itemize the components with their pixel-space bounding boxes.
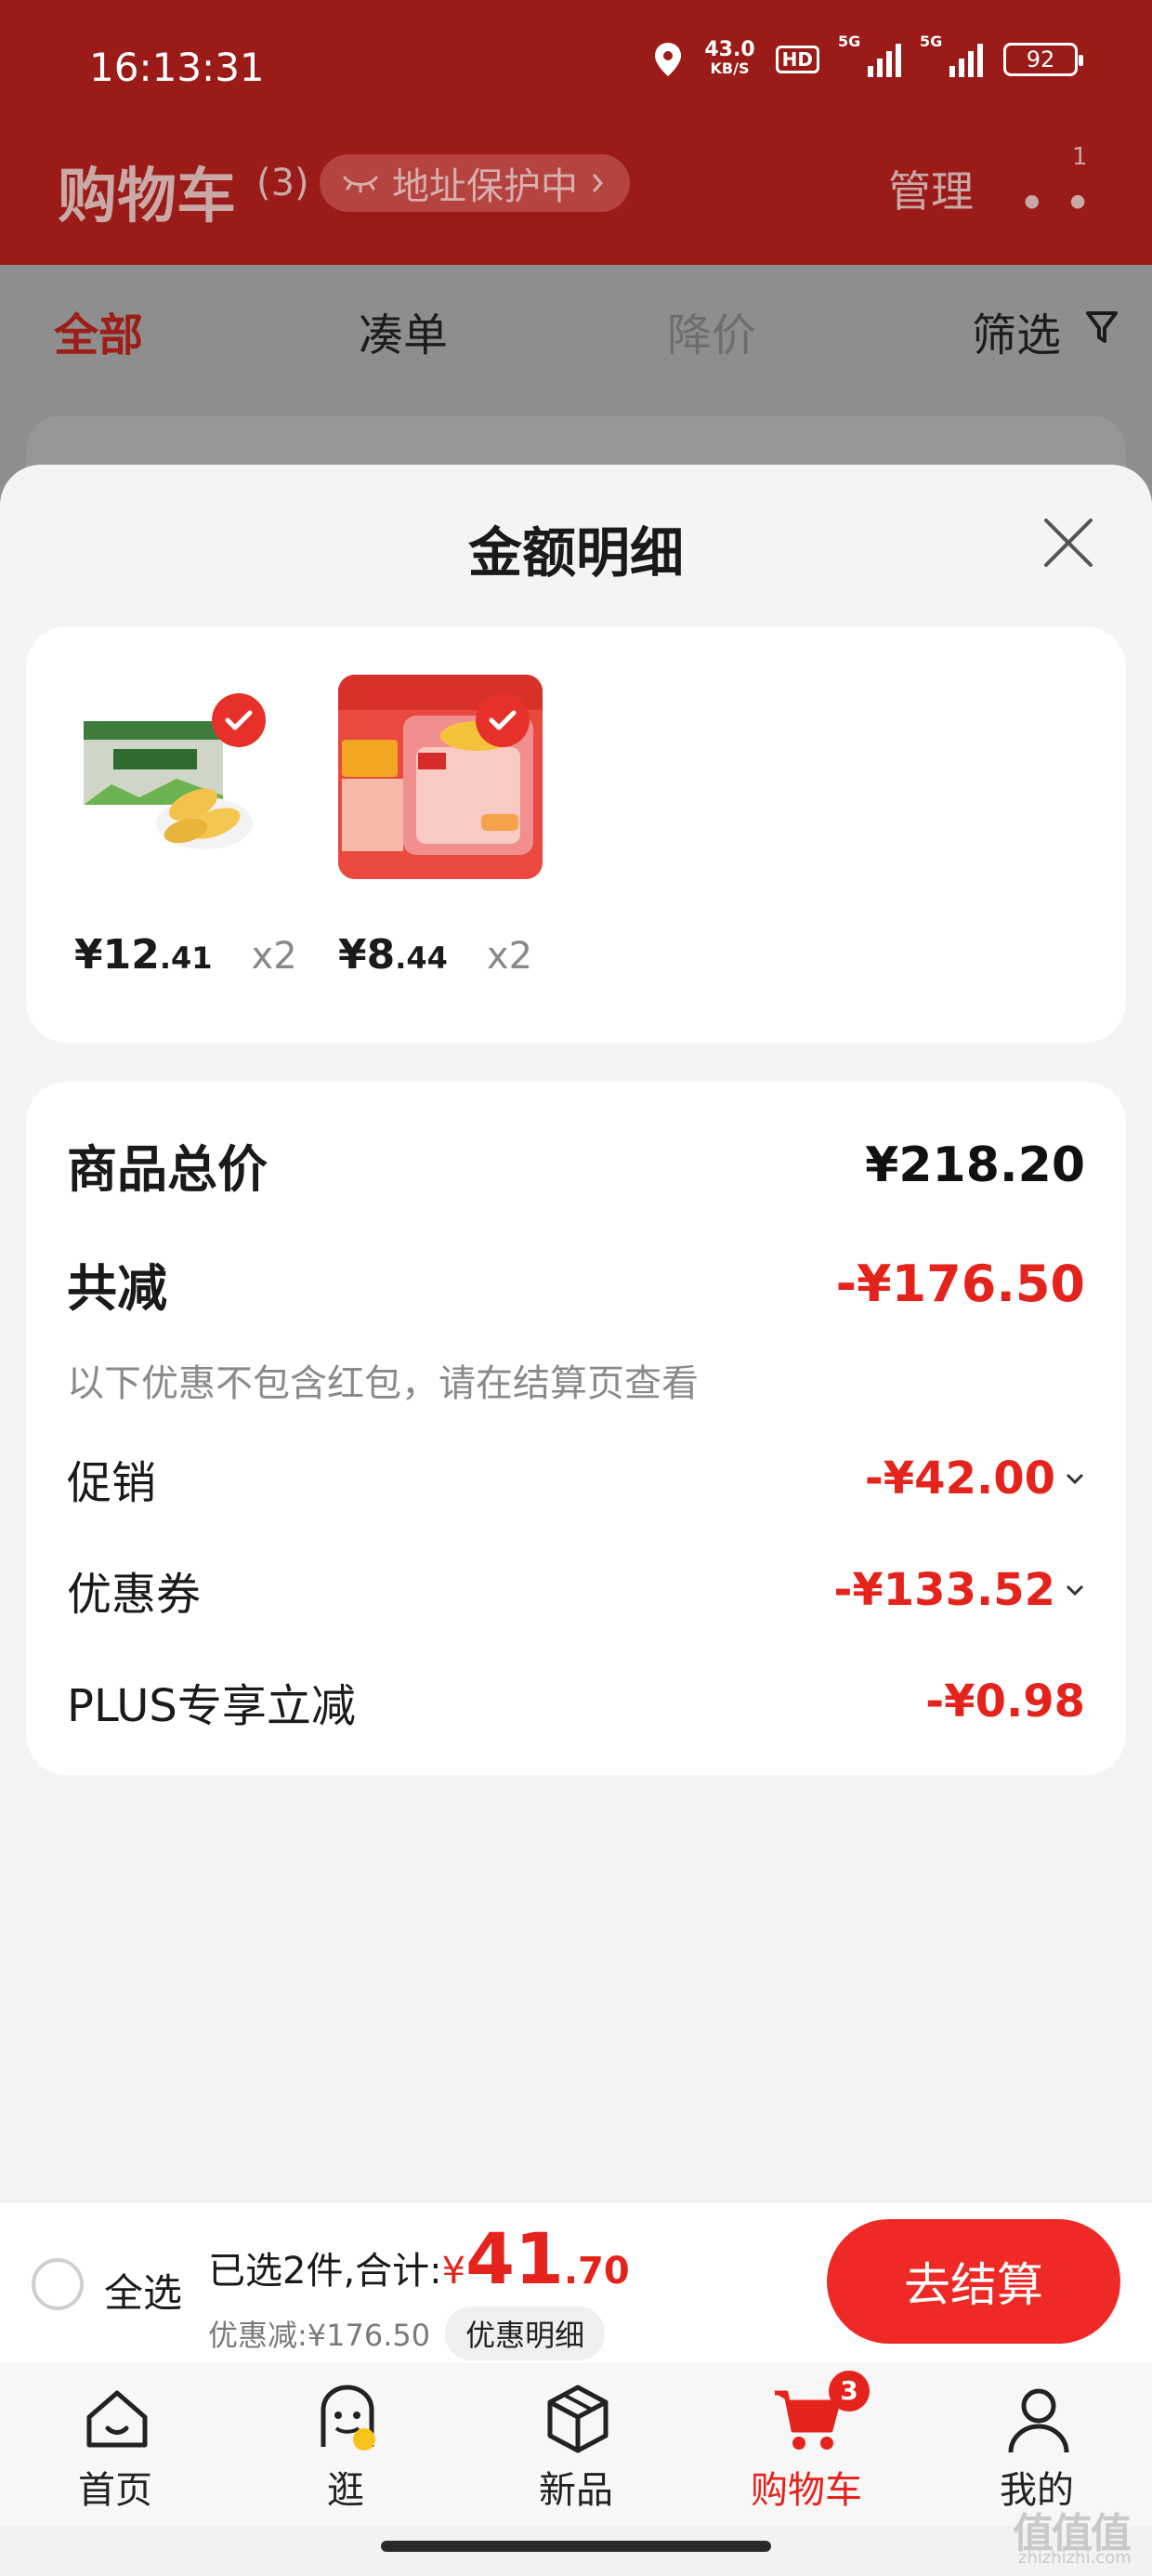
manage-button[interactable]: 管理	[888, 158, 974, 219]
nav-label: 逛	[327, 2469, 364, 2512]
total-price-row: 商品总价 ¥218.20	[67, 1128, 1085, 1202]
signal-icon: 5G	[838, 33, 901, 77]
nav-label: 首页	[78, 2469, 152, 2512]
status-time: 16:13:31	[89, 45, 265, 90]
more-icon[interactable]: • •	[1018, 177, 1093, 230]
coupon-label: 优惠券	[67, 1569, 202, 1621]
product-image	[74, 675, 279, 879]
eye-closed-icon	[343, 176, 378, 193]
more-badge: 1	[1072, 143, 1088, 171]
selected-check-icon	[476, 693, 530, 747]
plus-discount-label: PLUS专享立减	[67, 1680, 356, 1732]
address-protection-pill[interactable]: 地址保护中	[320, 154, 630, 212]
page-title: 购物车	[58, 163, 236, 231]
promo-value: -¥42.00	[865, 1452, 1085, 1505]
nav-cart[interactable]: 3 购物车	[691, 2363, 922, 2526]
status-bar: 16:13:31 43.0 KB/S HD 5G 5G 92	[0, 0, 1152, 139]
close-icon[interactable]	[1041, 515, 1096, 571]
total-amount-decimal: .70	[563, 2250, 630, 2293]
price-summary-card: 商品总价 ¥218.20 共减 -¥176.50 以下优惠不包含红包，请在结算页…	[26, 1082, 1126, 1775]
total-amount-integer: 41	[465, 2217, 564, 2300]
product-quantity: x2	[251, 935, 297, 978]
hd-badge: HD	[775, 46, 819, 73]
total-reduction-row: 共减 -¥176.50	[67, 1247, 1085, 1321]
promo-label: 促销	[67, 1457, 157, 1509]
selected-total: 已选2件,合计: ¥ 41 .70	[208, 2217, 630, 2300]
watermark-sub: zhizhizhi.com	[1018, 2548, 1132, 2568]
home-icon	[86, 2390, 148, 2448]
discount-summary: 优惠减:¥176.50 优惠明细	[208, 2307, 606, 2360]
promo-row[interactable]: 促销 -¥42.00	[67, 1446, 1085, 1511]
selected-check-icon	[212, 693, 266, 747]
cart-badge: 3	[829, 2371, 870, 2412]
tab-price-drop[interactable]: 降价	[667, 298, 756, 363]
total-currency: ¥	[441, 2250, 466, 2293]
nav-label: 购物车	[751, 2469, 862, 2512]
cart-tabs: 全部 凑单 降价 筛选	[0, 265, 1152, 395]
coupon-value: -¥133.52	[833, 1564, 1085, 1616]
cart-count: (3)	[256, 162, 309, 204]
product-price: ¥12.41	[74, 931, 213, 979]
bottom-nav: 首页 逛 新品 3 购物车 我的	[0, 2363, 1152, 2526]
tab-filter[interactable]: 筛选	[972, 298, 1061, 363]
location-icon	[655, 43, 682, 76]
product-item[interactable]: ¥8.44 x2	[338, 675, 561, 979]
product-price: ¥8.44	[338, 931, 448, 979]
battery-icon: 92	[1003, 43, 1083, 76]
coupon-row[interactable]: 优惠券 -¥133.52	[67, 1557, 1085, 1623]
discount-detail-button[interactable]: 优惠明细	[445, 2307, 606, 2360]
cube-icon	[547, 2385, 609, 2453]
product-image	[338, 675, 543, 879]
sheet-title: 金额明细	[467, 521, 684, 585]
home-indicator	[381, 2541, 771, 2552]
total-reduction-value: -¥176.50	[835, 1255, 1085, 1313]
amount-detail-sheet: 金额明细 ¥12.41 x2 ¥8.44 x2 商品总价 ¥218.20 共减 …	[0, 465, 1152, 2201]
status-icons: 43.0 KB/S HD 5G 5G 92	[652, 33, 1083, 78]
discount-amount: 优惠减:¥176.50	[208, 2318, 431, 2353]
nav-new[interactable]: 新品	[461, 2363, 691, 2526]
nav-browse[interactable]: 逛	[230, 2363, 461, 2526]
chevron-down-icon	[1066, 1584, 1084, 1597]
checkout-bar: 全选 已选2件,合计: ¥ 41 .70 优惠减:¥176.50 优惠明细 去结…	[0, 2201, 1152, 2363]
product-quantity: x2	[486, 935, 533, 978]
checkout-button[interactable]: 去结算	[827, 2219, 1120, 2344]
chevron-right-icon	[592, 174, 604, 192]
address-protection-label: 地址保护中	[392, 165, 578, 208]
signal-icon: 5G	[920, 33, 983, 77]
product-item[interactable]: ¥12.41 x2	[74, 675, 297, 979]
profile-icon	[1008, 2388, 1069, 2453]
plus-discount-row: PLUS专享立减 -¥0.98	[67, 1669, 1085, 1734]
select-all-radio[interactable]	[32, 2258, 84, 2310]
browse-icon	[321, 2385, 375, 2451]
filter-icon[interactable]	[1085, 309, 1119, 347]
selected-text: 已选2件,合计:	[208, 2250, 442, 2293]
nav-label: 新品	[539, 2469, 613, 2512]
tab-bundle[interactable]: 凑单	[359, 298, 448, 363]
total-reduction-label: 共减	[67, 1259, 167, 1318]
discount-note: 以下优惠不包含红包，请在结算页查看	[67, 1362, 699, 1405]
nav-home[interactable]: 首页	[0, 2363, 230, 2526]
select-all-label[interactable]: 全选	[104, 2262, 182, 2319]
selected-products-card: ¥12.41 x2 ¥8.44 x2	[26, 626, 1126, 1043]
total-price-label: 商品总价	[67, 1140, 268, 1199]
plus-discount-value: -¥0.98	[925, 1676, 1085, 1728]
net-speed: 43.0 KB/S	[704, 38, 755, 78]
total-price-value: ¥218.20	[865, 1137, 1085, 1193]
chevron-down-icon	[1066, 1473, 1084, 1485]
app-header: 购物车 (3) 地址保护中 管理 • • 1	[0, 139, 1152, 265]
tab-all[interactable]: 全部	[54, 298, 143, 363]
